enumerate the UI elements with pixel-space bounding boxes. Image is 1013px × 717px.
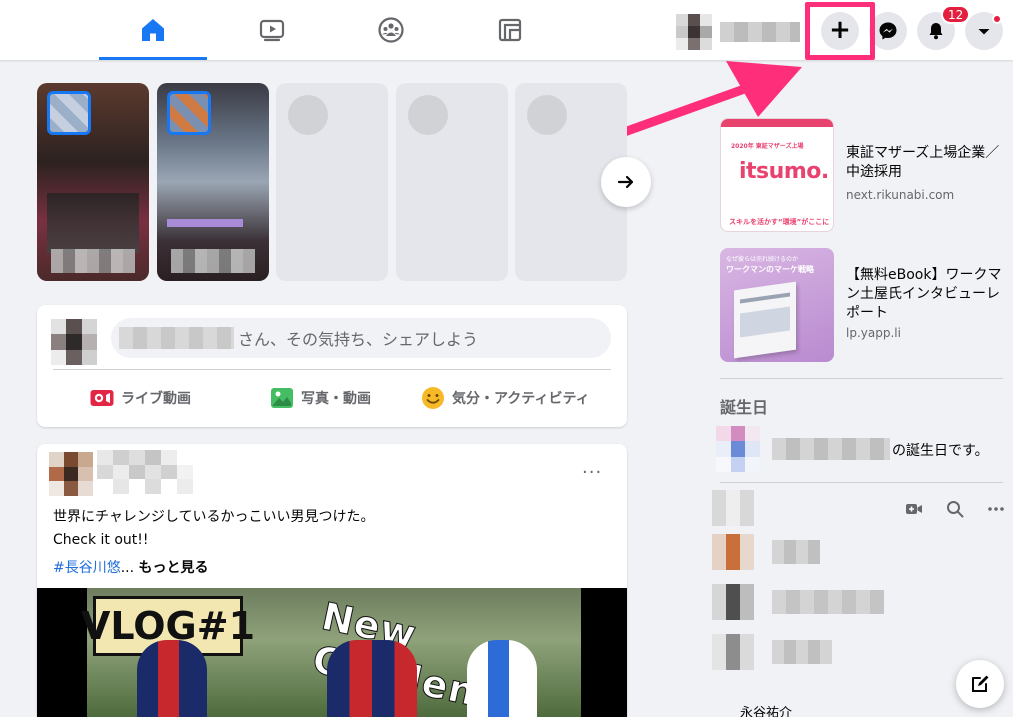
- hashtag-link[interactable]: #長谷川悠: [53, 560, 121, 576]
- post-author-redacted[interactable]: [97, 450, 193, 494]
- story-author-redacted: [51, 249, 135, 273]
- caret-down-icon: [978, 29, 990, 35]
- stories-next-button[interactable]: [601, 157, 651, 207]
- contact-name-redacted: [772, 640, 832, 664]
- watch-video-icon: [259, 19, 285, 42]
- user-name-redacted: [119, 327, 234, 349]
- live-video-button[interactable]: ライブ動画: [89, 379, 191, 417]
- ellipsis: ...: [120, 560, 135, 576]
- contact-name-redacted: [772, 540, 820, 564]
- compose-icon: [972, 675, 989, 692]
- home-icon: [142, 19, 164, 41]
- photo-icon: [271, 388, 293, 408]
- ad-thumb-headline: ワークマンのマーケ戦略: [726, 265, 814, 274]
- post-video[interactable]: VLOG#1 New Challen: [37, 588, 627, 717]
- photo-video-label: 写真・動画: [301, 391, 371, 407]
- arrow-right-icon: [617, 175, 634, 189]
- create-button-highlight-annotation: [805, 2, 875, 60]
- tab-groups[interactable]: [337, 0, 445, 60]
- tab-home[interactable]: [99, 0, 207, 60]
- story-placeholder: [396, 83, 508, 281]
- sponsored-ad[interactable]: なぜ彼らは売れ続けるのか ワークマンのマーケ戦略 【無料eBook】ワークマン土…: [720, 248, 1010, 362]
- post-more-options-button[interactable]: ···: [582, 462, 602, 483]
- post-tags-line: #長谷川悠... もっと見る: [53, 557, 209, 577]
- new-message-button[interactable]: [956, 660, 1004, 708]
- search-contacts-button[interactable]: [946, 500, 964, 522]
- ad-title[interactable]: 【無料eBook】ワークマン土屋氏インタビューレポート: [846, 266, 1010, 323]
- video-camera-plus-icon: [906, 504, 922, 514]
- itsumo-logo: itsumo.: [739, 159, 829, 184]
- story-caption-bar: [167, 219, 243, 227]
- tab-watch[interactable]: [218, 0, 326, 60]
- contact-item[interactable]: [712, 490, 892, 526]
- contact-item[interactable]: [712, 634, 892, 670]
- post-composer: さん、その気持ち、シェアしよう ライブ動画 写真・動画 気分・アクティビティ: [37, 305, 627, 427]
- composer-divider: [53, 369, 611, 370]
- more-dots-icon: [988, 507, 1004, 511]
- gaming-icon: [498, 18, 522, 42]
- feeling-activity-button[interactable]: 気分・アクティビティ: [420, 379, 590, 417]
- avatar[interactable]: [49, 452, 93, 496]
- story-photo-content: [47, 193, 139, 253]
- ebook-illustration: [734, 281, 796, 359]
- contacts-options-button[interactable]: [987, 500, 1005, 522]
- ad-domain: lp.yapp.li: [846, 326, 901, 340]
- messenger-icon: [879, 22, 897, 40]
- ad-thumb-bottom-text: スキルを活かす“環境”がここに: [729, 218, 830, 226]
- feeling-icon: [422, 387, 444, 409]
- feed-post: ··· 世界にチャレンジしているかっこいい男見つけた。 Check it out…: [37, 444, 627, 717]
- player-figure: [327, 640, 417, 717]
- live-video-label: ライブ動画: [121, 391, 191, 407]
- birthdays-heading: 誕生日: [720, 398, 769, 417]
- contact-item[interactable]: [712, 534, 892, 570]
- ad-thumb-top-text: なぜ彼らは売れ続けるのか: [726, 256, 799, 263]
- story-placeholder: [276, 83, 388, 281]
- post-text-line: Check it out!!: [53, 532, 149, 548]
- avatar: [51, 319, 97, 365]
- live-video-icon: [90, 390, 114, 406]
- birthday-text: の誕生日です。: [892, 443, 989, 459]
- birthday-person-redacted: [772, 438, 890, 460]
- ad-domain: next.rikunabi.com: [846, 188, 955, 202]
- gift-icon: [716, 426, 760, 472]
- contact-item[interactable]: [712, 584, 892, 620]
- ad-title[interactable]: 東証マザーズ上場企業／中途採用: [846, 144, 1010, 182]
- sidebar-divider: [720, 482, 1003, 483]
- story-card[interactable]: [157, 83, 269, 281]
- player-figure: [467, 640, 537, 717]
- birthday-notice[interactable]: の誕生日です。: [712, 424, 1012, 474]
- video-thumbnail: VLOG#1 New Challen: [81, 588, 581, 717]
- story-author-redacted: [171, 249, 255, 273]
- notifications-badge: 12: [941, 5, 971, 24]
- contact-name-partial[interactable]: 永谷祐介: [740, 702, 792, 717]
- bell-icon: [929, 23, 943, 40]
- story-card[interactable]: [37, 83, 149, 281]
- sidebar-divider: [720, 378, 1003, 379]
- sponsored-ad[interactable]: 2020年 東証マザーズ上場 itsumo. スキルを活かす“環境”がここに 東…: [720, 118, 1010, 232]
- account-alert-dot: [992, 14, 1002, 24]
- new-room-button[interactable]: [905, 500, 923, 522]
- composer-prompt: さん、その気持ち、シェアしよう: [238, 330, 479, 349]
- whats-on-your-mind-input[interactable]: さん、その気持ち、シェアしよう: [111, 318, 611, 358]
- see-more-link[interactable]: もっと見る: [139, 560, 209, 576]
- ad-thumb-top-text: 2020年 東証マザーズ上場: [731, 143, 804, 150]
- groups-icon: [378, 17, 404, 43]
- ad-thumbnail: 2020年 東証マザーズ上場 itsumo. スキルを活かす“環境”がここに: [720, 118, 834, 232]
- ad-thumbnail: なぜ彼らは売れ続けるのか ワークマンのマーケ戦略: [720, 248, 834, 362]
- post-text-line: 世界にチャレンジしているかっこいい男見つけた。: [53, 509, 375, 525]
- avatar: [47, 91, 91, 135]
- search-icon: [947, 501, 964, 518]
- contact-name-redacted: [772, 590, 884, 614]
- profile-shortcut[interactable]: [676, 14, 811, 50]
- avatar: [676, 14, 712, 50]
- profile-name-redacted: [720, 22, 800, 42]
- feeling-activity-label: 気分・アクティビティ: [452, 391, 590, 407]
- photo-video-button[interactable]: 写真・動画: [269, 379, 371, 417]
- avatar: [167, 91, 211, 135]
- player-figure: [137, 640, 207, 717]
- tab-gaming[interactable]: [456, 0, 564, 60]
